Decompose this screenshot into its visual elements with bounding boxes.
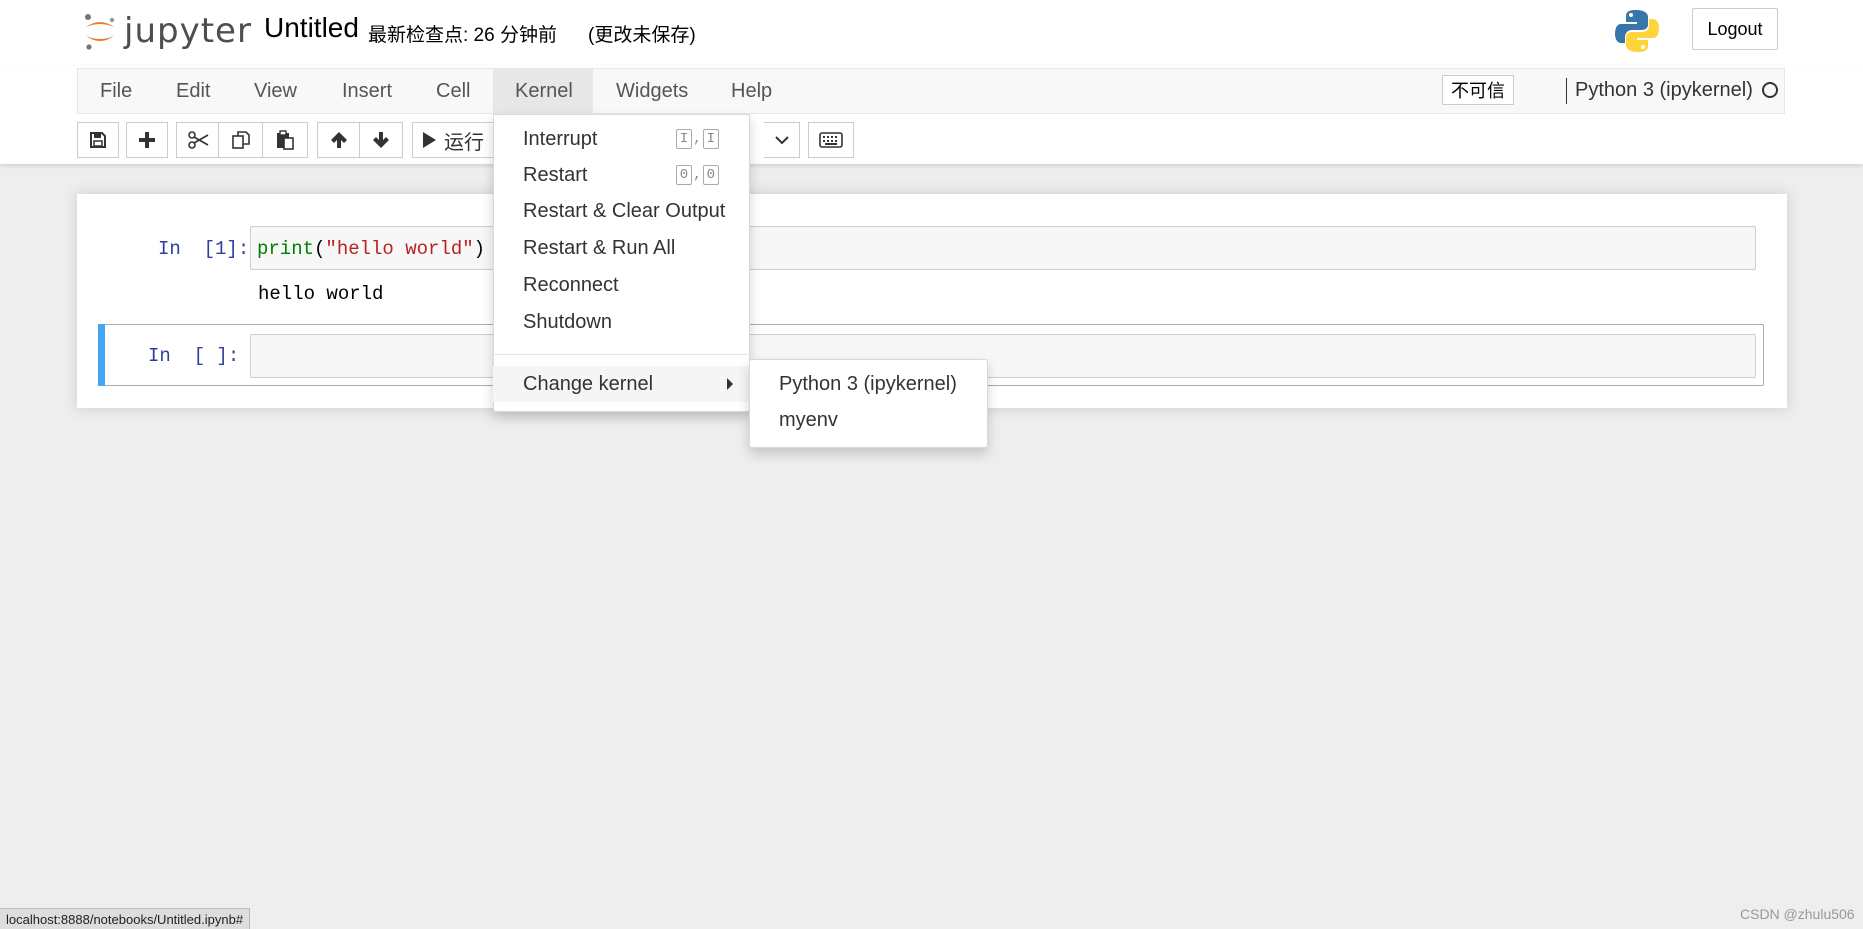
copy-button[interactable] <box>219 122 263 158</box>
menu-item-change-kernel[interactable]: Change kernel <box>493 366 750 402</box>
jupyter-logo[interactable]: jupyter <box>82 8 252 54</box>
run-button-label: 运行 <box>444 131 484 154</box>
shortcut-key: I <box>702 129 719 149</box>
menu-item-restart[interactable]: Restart 0,0 <box>493 157 750 193</box>
kernel-name[interactable]: Python 3 (ipykernel) <box>1575 79 1753 102</box>
menu-kernel[interactable]: Kernel <box>493 68 593 114</box>
submenu-item-myenv[interactable]: myenv <box>749 402 988 438</box>
shortcut-key: 0 <box>675 165 693 185</box>
python-logo-icon <box>1615 10 1659 52</box>
copy-icon <box>231 131 250 149</box>
paste-button[interactable] <box>263 122 308 158</box>
scissors-icon <box>187 131 208 149</box>
menu-edit[interactable]: Edit <box>154 68 232 114</box>
cell-prompt: In [ ]: <box>148 345 240 367</box>
menu-item-label: Restart <box>523 163 588 186</box>
notebook-name[interactable]: Untitled <box>264 12 359 44</box>
shortcut-hint: I,I <box>675 129 720 149</box>
menu-item-shutdown[interactable]: Shutdown <box>493 304 750 340</box>
caret-right-icon <box>727 378 733 390</box>
cut-button[interactable] <box>176 122 219 158</box>
jupyter-logo-icon <box>85 14 115 50</box>
menu-view[interactable]: View <box>232 68 319 114</box>
cell-prompt: In [1]: <box>158 238 250 260</box>
cell-output: hello world <box>258 283 384 305</box>
status-bar-url: localhost:8888/notebooks/Untitled.ipynb# <box>0 908 251 929</box>
paste-icon <box>277 130 294 150</box>
command-palette-button[interactable] <box>808 122 854 158</box>
plus-icon <box>139 132 155 148</box>
checkpoint-status: 最新检查点: 26 分钟前 <box>368 25 557 46</box>
arrow-up-icon <box>330 132 347 148</box>
menu-divider <box>493 354 750 355</box>
menu-item-label: Interrupt <box>523 127 598 150</box>
menu-file[interactable]: File <box>78 68 154 114</box>
insert-cell-button[interactable] <box>126 122 168 158</box>
menu-item-reconnect[interactable]: Reconnect <box>493 267 750 303</box>
cell-type-select[interactable] <box>764 122 800 158</box>
chevron-down-icon <box>774 136 789 145</box>
logout-button[interactable]: Logout <box>1692 8 1778 50</box>
kernel-idle-indicator-icon <box>1762 82 1778 98</box>
menu-item-interrupt[interactable]: Interrupt I,I <box>493 121 750 157</box>
shortcut-key: 0 <box>702 165 719 185</box>
play-icon <box>423 132 436 148</box>
kernel-separator <box>1566 78 1567 104</box>
shortcut-key: I <box>675 129 693 149</box>
submenu-item-python3[interactable]: Python 3 (ipykernel) <box>749 366 988 402</box>
save-icon <box>90 132 106 148</box>
run-button[interactable]: 运行 <box>412 122 494 158</box>
move-up-button[interactable] <box>317 122 360 158</box>
code-function: print <box>257 238 315 260</box>
menu-widgets[interactable]: Widgets <box>594 68 710 114</box>
code-paren-open: ( <box>314 238 326 260</box>
watermark: CSDN @zhulu506 <box>1740 906 1855 922</box>
code-content[interactable]: print("hello world") <box>257 238 485 260</box>
trust-notebook-button[interactable]: 不可信 <box>1442 75 1514 105</box>
autosave-status: (更改未保存) <box>588 25 696 46</box>
move-down-button[interactable] <box>360 122 403 158</box>
save-button[interactable] <box>77 122 119 158</box>
code-string: "hello world" <box>325 238 474 260</box>
menu-insert[interactable]: Insert <box>320 68 414 114</box>
selected-cell-indicator <box>98 324 105 386</box>
keyboard-icon <box>819 132 843 148</box>
code-paren-close: ) <box>473 238 486 260</box>
menu-item-restart-clear-output[interactable]: Restart & Clear Output <box>493 193 750 229</box>
arrow-down-icon <box>373 132 389 148</box>
code-cell-input[interactable] <box>250 334 1756 378</box>
menu-help[interactable]: Help <box>709 68 794 114</box>
shortcut-hint: 0,0 <box>675 165 720 185</box>
menu-cell[interactable]: Cell <box>414 68 492 114</box>
menu-item-restart-run-all[interactable]: Restart & Run All <box>493 230 750 266</box>
jupyter-wordmark: jupyter <box>124 11 252 51</box>
